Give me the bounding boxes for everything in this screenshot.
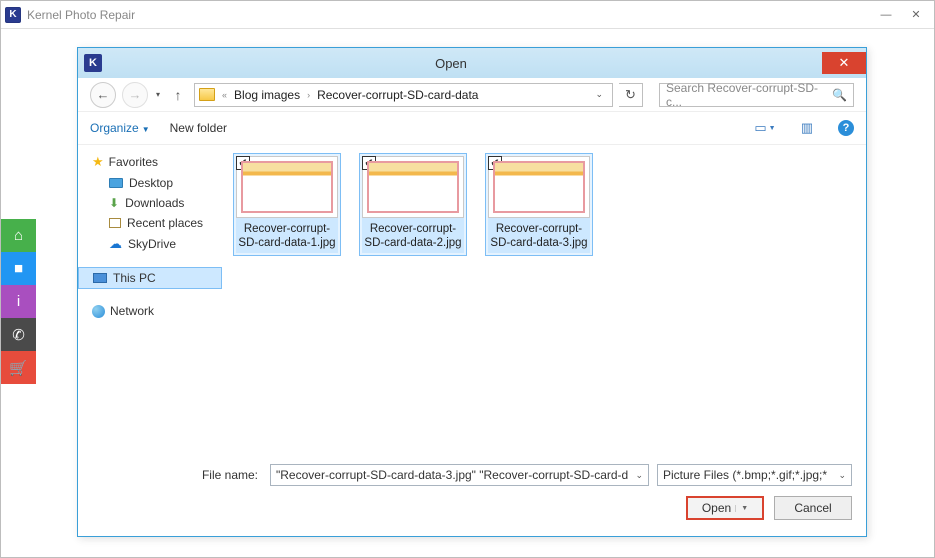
filetype-dropdown-icon: ⌄ <box>838 470 846 481</box>
sidebar-item-network[interactable]: Network <box>92 301 222 321</box>
toolbar-row: Organize▼ New folder ▭▼ ▥ ? <box>78 112 866 144</box>
left-tab-strip: ⌂ ■ i ✆ 🛒 <box>1 219 36 384</box>
filetype-select[interactable]: Picture Files (*.bmp;*.gif;*.jpg;* ⌄ <box>657 464 852 486</box>
search-placeholder: Search Recover-corrupt-SD-c... <box>666 81 832 109</box>
minimize-button[interactable]: — <box>872 5 900 25</box>
tab-cart[interactable]: 🛒 <box>1 351 36 384</box>
dialog-title: Open <box>110 56 822 71</box>
star-icon: ★ <box>92 154 104 170</box>
sidebar-item-recent[interactable]: Recent places <box>92 213 222 233</box>
sidebar-item-skydrive[interactable]: ☁ SkyDrive <box>92 233 222 255</box>
nav-back-button[interactable]: ← <box>90 82 116 108</box>
filename-dropdown[interactable]: ⌄ <box>635 470 643 481</box>
sidebar: ★ Favorites Desktop ⬇ Downloads <box>78 145 223 454</box>
dialog-bottom: File name: "Recover-corrupt-SD-card-data… <box>78 454 866 532</box>
close-app-button[interactable]: ✕ <box>902 5 930 25</box>
tab-phone[interactable]: ✆ <box>1 318 36 351</box>
new-folder-button[interactable]: New folder <box>170 121 227 135</box>
open-dialog: K Open ✕ ← → ▾ ↑ « Blog images › Recover… <box>77 47 867 537</box>
sidebar-favorites[interactable]: ★ Favorites <box>92 151 222 173</box>
app-titlebar: K Kernel Photo Repair — ✕ <box>1 1 934 29</box>
organize-menu[interactable]: Organize▼ <box>90 121 150 135</box>
file-name-2: Recover-corrupt-SD-card-data-2.jpg <box>362 218 464 253</box>
help-button[interactable]: ? <box>838 120 854 136</box>
chevron-icon: « <box>219 90 230 100</box>
search-input[interactable]: Search Recover-corrupt-SD-c... 🔍 <box>659 83 854 107</box>
open-button[interactable]: Open▼ <box>686 496 764 520</box>
sidebar-favorites-label: Favorites <box>109 155 158 169</box>
breadcrumb-seg-2[interactable]: Recover-corrupt-SD-card-data <box>317 88 478 102</box>
file-thumb-1[interactable]: ✔ Recover-corrupt-SD-card-data-1.jpg <box>233 153 341 256</box>
nav-forward-button[interactable]: → <box>122 82 148 108</box>
download-icon: ⬇ <box>109 196 119 210</box>
search-icon: 🔍 <box>832 88 847 102</box>
filename-input[interactable]: "Recover-corrupt-SD-card-data-3.jpg" "Re… <box>270 464 649 486</box>
pc-icon <box>93 273 107 283</box>
preview-pane-button[interactable]: ▥ <box>796 118 818 138</box>
cancel-button[interactable]: Cancel <box>774 496 852 520</box>
file-thumb-3[interactable]: ✔ Recover-corrupt-SD-card-data-3.jpg <box>485 153 593 256</box>
folder-icon <box>199 88 215 101</box>
dialog-titlebar: K Open ✕ <box>78 48 866 78</box>
nav-row: ← → ▾ ↑ « Blog images › Recover-corrupt-… <box>78 78 866 112</box>
breadcrumb-seg-1[interactable]: Blog images <box>234 88 300 102</box>
view-mode-button[interactable]: ▭▼ <box>754 118 776 138</box>
desktop-icon <box>109 178 123 188</box>
sidebar-item-thispc[interactable]: This PC <box>78 267 222 289</box>
recent-icon <box>109 218 121 228</box>
file-name-3: Recover-corrupt-SD-card-data-3.jpg <box>488 218 590 253</box>
file-name-1: Recover-corrupt-SD-card-data-1.jpg <box>236 218 338 253</box>
app-window: K Kernel Photo Repair — ✕ ⌂ ■ i ✆ 🛒 K Op… <box>0 0 935 558</box>
cloud-icon: ☁ <box>109 236 122 252</box>
address-dropdown[interactable]: ⌄ <box>590 89 608 100</box>
sidebar-item-desktop[interactable]: Desktop <box>92 173 222 193</box>
sidebar-item-downloads[interactable]: ⬇ Downloads <box>92 193 222 213</box>
refresh-button[interactable]: ↻ <box>619 83 643 107</box>
tab-info[interactable]: i <box>1 285 36 318</box>
dialog-close-button[interactable]: ✕ <box>822 52 866 74</box>
nav-up-button[interactable]: ↑ <box>168 85 188 105</box>
filename-label: File name: <box>92 468 262 482</box>
address-bar[interactable]: « Blog images › Recover-corrupt-SD-card-… <box>194 83 613 107</box>
file-thumb-2[interactable]: ✔ Recover-corrupt-SD-card-data-2.jpg <box>359 153 467 256</box>
dialog-app-icon: K <box>84 54 102 72</box>
tab-home[interactable]: ⌂ <box>1 219 36 252</box>
app-title: Kernel Photo Repair <box>27 8 872 22</box>
network-icon <box>92 305 105 318</box>
nav-history-dropdown[interactable]: ▾ <box>154 90 162 99</box>
chevron-right-icon: › <box>304 90 313 100</box>
tab-video[interactable]: ■ <box>1 252 36 285</box>
file-pane: ✔ Recover-corrupt-SD-card-data-1.jpg ✔ R… <box>223 145 866 454</box>
app-icon: K <box>5 7 21 23</box>
